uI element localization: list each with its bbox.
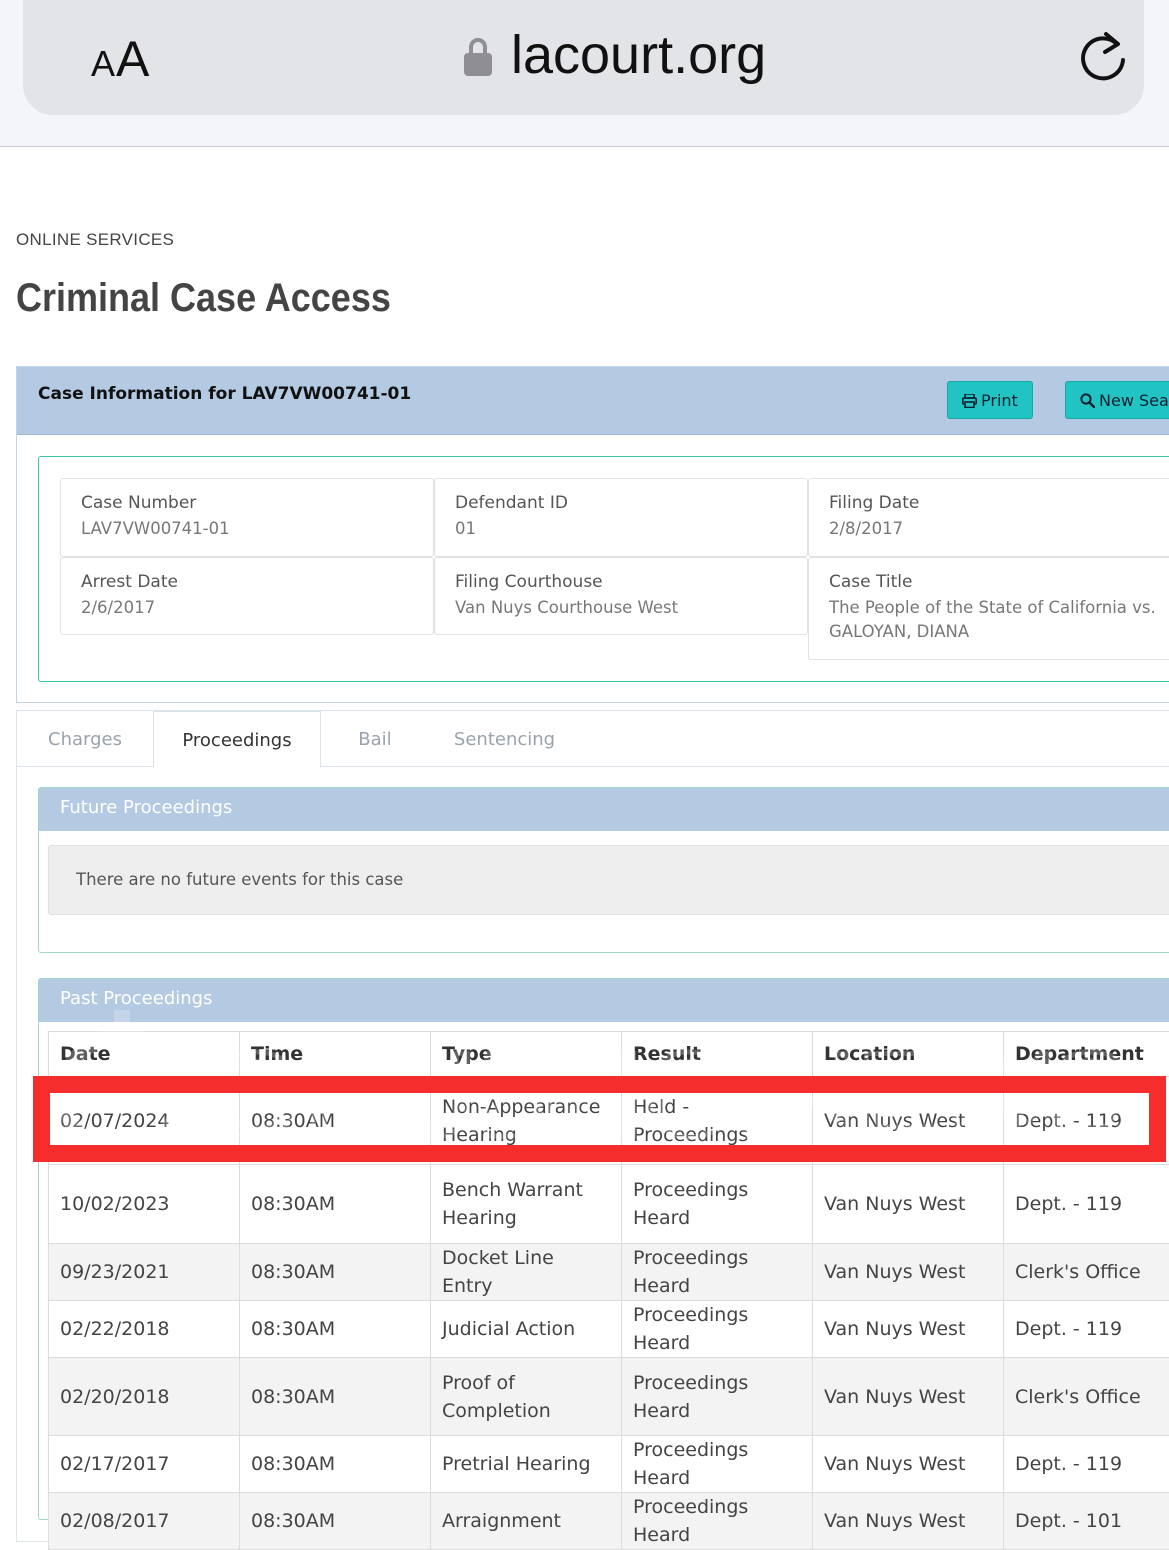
section-label: ONLINE SERVICES (16, 230, 174, 250)
column-header-date[interactable]: Date (49, 1032, 240, 1077)
filing-date-cell: Filing Date 2/8/2017 (808, 478, 1169, 557)
future-proceedings-section: Future Proceedings There are no future e… (38, 787, 1169, 953)
tab-charges[interactable]: Charges (17, 711, 153, 766)
past-proceedings-title: Past Proceedings (39, 979, 1169, 1022)
reload-icon[interactable] (1077, 30, 1129, 84)
column-header-result[interactable]: Result (622, 1032, 813, 1077)
case-title-cell: Case Title The People of the State of Ca… (808, 557, 1169, 660)
table-header-row: Date Time Type Result Location Departmen… (49, 1032, 1169, 1077)
column-header-time[interactable]: Time (240, 1032, 431, 1077)
no-events-message: There are no future events for this case (48, 845, 1169, 915)
search-icon (1080, 393, 1095, 408)
lock-icon (464, 36, 492, 76)
column-header-type[interactable]: Type (431, 1032, 622, 1077)
past-proceedings-section: Past Proceedings Date Time Type Result L… (38, 978, 1169, 1520)
browser-toolbar: AA lacourt.org (0, 0, 1169, 147)
arrest-date-cell: Arrest Date 2/6/2017 (60, 557, 434, 635)
table-row: 10/02/2023 08:30AM Bench WarrantHearing … (49, 1165, 1169, 1244)
table-row: 02/08/2017 08:30AM Arraignment Proceedin… (49, 1493, 1169, 1550)
column-header-department[interactable]: Department (1004, 1032, 1169, 1077)
case-header: Case Information for LAV7VW00741-01 Prin… (17, 367, 1169, 435)
case-header-title: Case Information for LAV7VW00741-01 (38, 384, 411, 404)
address-bar[interactable]: AA lacourt.org (23, 0, 1144, 115)
page-title: Criminal Case Access (16, 276, 391, 321)
table-row: 02/20/2018 08:30AM Proof ofCompletion Pr… (49, 1358, 1169, 1436)
table-row: 02/07/2024 08:30AM Non-AppearanceHearing… (49, 1077, 1169, 1165)
case-number-cell: Case Number LAV7VW00741-01 (60, 478, 434, 557)
table-row: 02/17/2017 08:30AM Pretrial Hearing Proc… (49, 1436, 1169, 1493)
new-search-button[interactable]: New Search (1065, 381, 1169, 419)
printer-icon (962, 394, 977, 408)
tab-bail[interactable]: Bail (333, 711, 417, 766)
table-row: 09/23/2021 08:30AM Docket Line Entry Pro… (49, 1244, 1169, 1301)
tab-bar: Charges Proceedings Bail Sentencing (17, 711, 1169, 767)
filing-courthouse-cell: Filing Courthouse Van Nuys Courthouse We… (434, 557, 808, 635)
tab-proceedings[interactable]: Proceedings (153, 711, 321, 768)
case-details: Case Number LAV7VW00741-01 Defendant ID … (38, 456, 1169, 682)
table-row: 02/22/2018 08:30AM Judicial Action Proce… (49, 1301, 1169, 1358)
future-proceedings-title: Future Proceedings (39, 788, 1169, 831)
tab-sentencing[interactable]: Sentencing (437, 711, 572, 766)
defendant-id-cell: Defendant ID 01 (434, 478, 808, 557)
text-size-button[interactable]: AA (91, 30, 150, 88)
past-proceedings-table: Date Time Type Result Location Departmen… (48, 1031, 1169, 1550)
column-header-location[interactable]: Location (813, 1032, 1004, 1077)
case-information-panel: Case Information for LAV7VW00741-01 Prin… (16, 366, 1169, 703)
print-button[interactable]: Print (947, 381, 1033, 419)
url-text[interactable]: lacourt.org (511, 24, 766, 86)
proceedings-panel: Charges Proceedings Bail Sentencing Futu… (16, 710, 1169, 1542)
